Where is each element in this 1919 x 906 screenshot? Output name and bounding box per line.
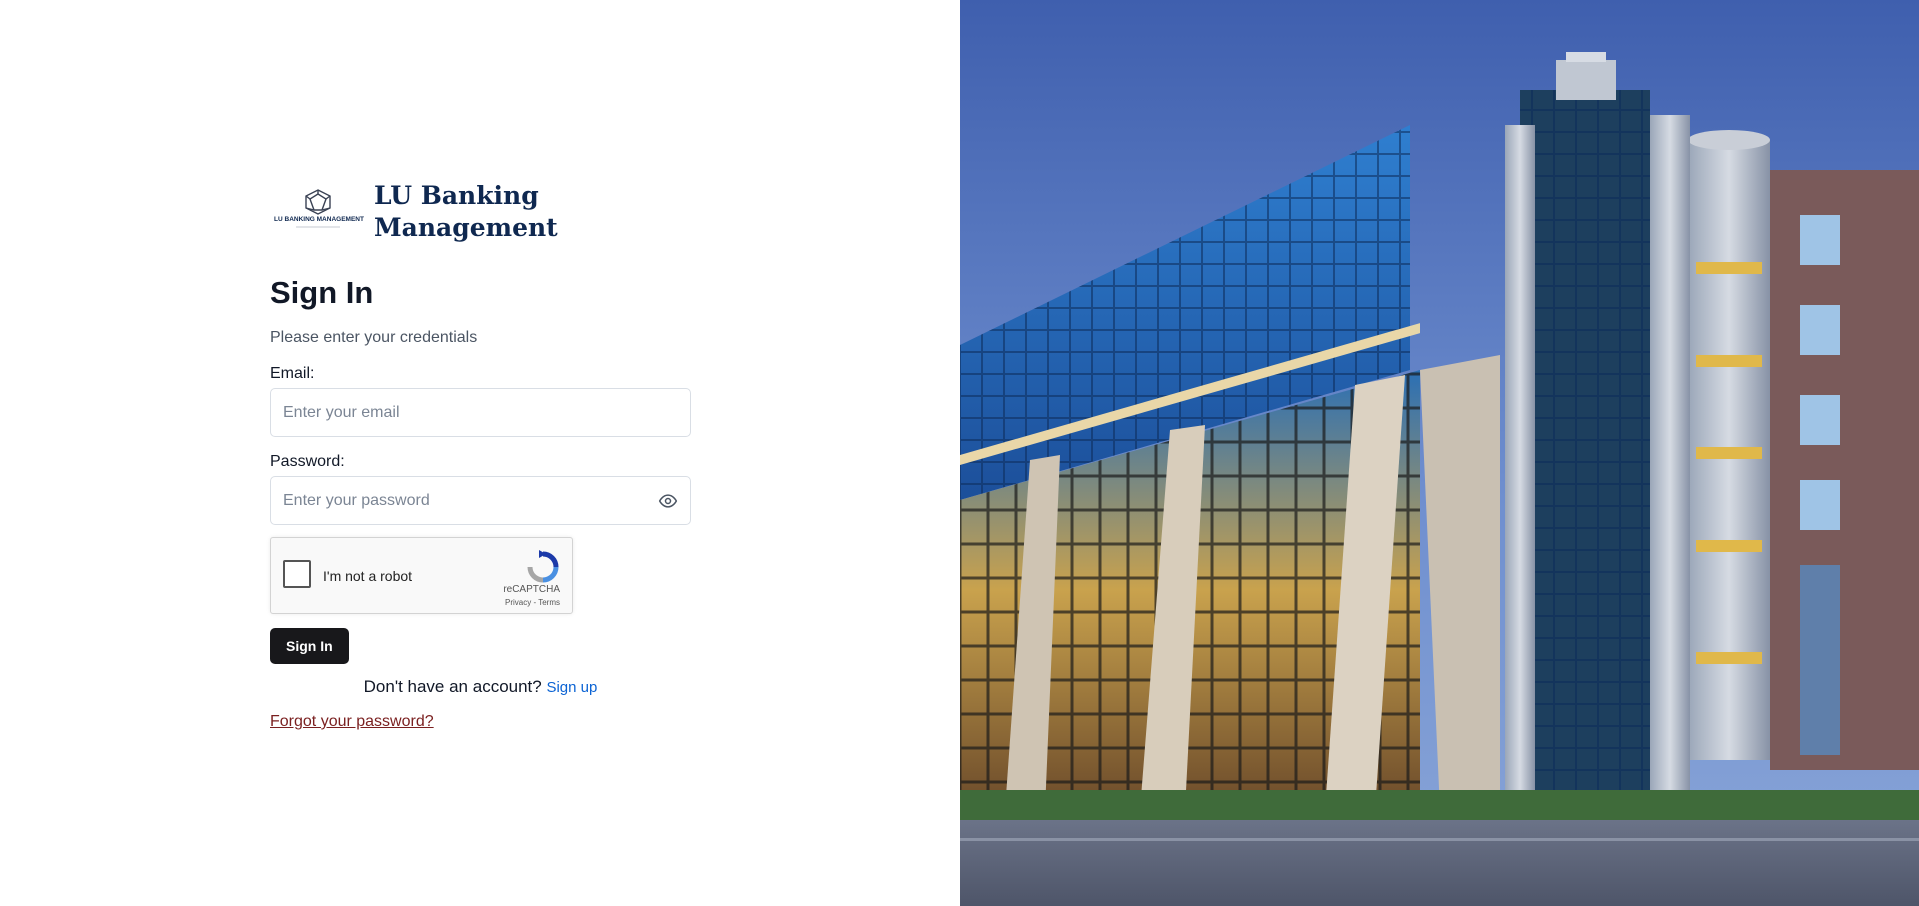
brand-header: LU BANKING MANAGEMENT LU Banking Managem… [270,178,691,246]
recaptcha-widget: I'm not a robot reCAPTCHA Privacy - Term… [270,537,573,614]
recaptcha-logo-icon [526,550,560,584]
email-label: Email: [270,365,315,382]
login-form: LU BANKING MANAGEMENT LU Banking Managem… [270,178,691,731]
page-title: Sign In [270,275,374,310]
sign-in-button[interactable]: Sign In [270,628,349,664]
recaptcha-checkbox[interactable] [283,560,311,588]
signup-prompt: Don't have an account? [363,677,542,696]
brand-name: LU Banking Management [374,180,558,244]
email-field-wrapper [270,388,691,437]
forgot-password-link[interactable]: Forgot your password? [270,713,434,731]
brand-name-line2: Management [374,213,558,242]
password-input[interactable] [271,477,690,524]
brand-name-line1: LU Banking [374,181,539,210]
sign-up-link[interactable]: Sign up [546,679,597,696]
hero-image [960,0,1919,906]
email-input[interactable] [271,389,690,436]
recaptcha-links[interactable]: Privacy - Terms [505,598,560,607]
recaptcha-label: I'm not a robot [323,568,413,584]
brand-logo: LU BANKING MANAGEMENT [270,178,366,246]
password-label: Password: [270,453,345,470]
eye-icon[interactable] [658,491,678,511]
password-field-wrapper [270,476,691,525]
login-pane: LU BANKING MANAGEMENT LU Banking Managem… [0,0,960,906]
page-subtitle: Please enter your credentials [270,329,478,346]
signup-row: Don't have an account? Sign up [270,676,691,699]
brand-logo-caption: LU BANKING MANAGEMENT [274,216,364,223]
recaptcha-brand: reCAPTCHA [503,584,560,595]
